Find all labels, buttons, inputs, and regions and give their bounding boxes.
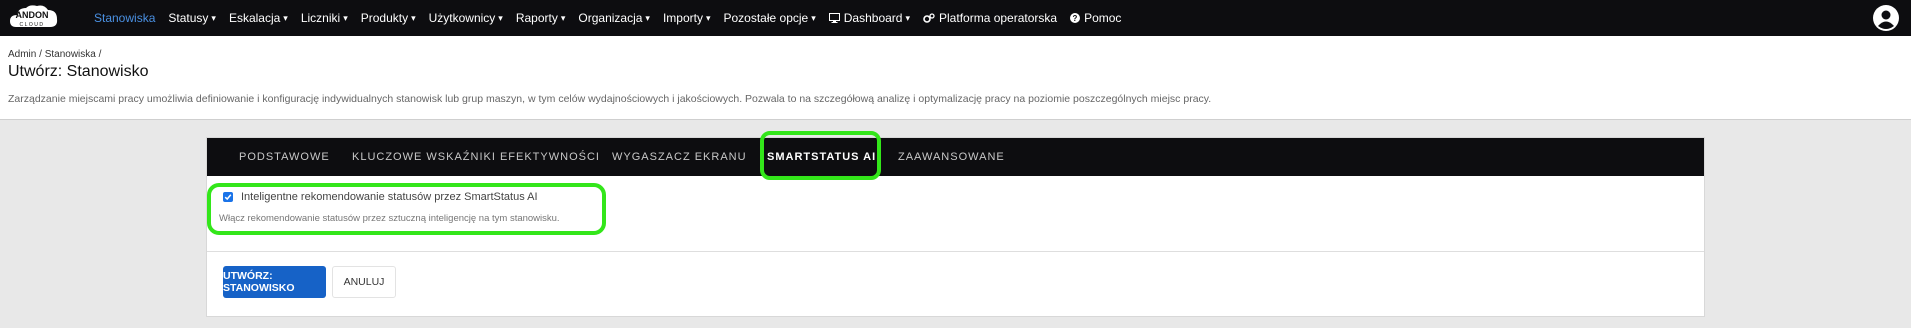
nav-label: Platforma operatorska — [939, 11, 1058, 25]
nav-label: Eskalacja — [228, 11, 281, 25]
page-header: Admin / Stanowiska / Utwórz: Stanowisko … — [0, 36, 1911, 120]
check-icon — [224, 194, 232, 201]
nav-label: Raporty — [515, 11, 558, 25]
breadcrumb-admin[interactable]: Admin — [8, 49, 36, 60]
nav-item-pozostale-opcje[interactable]: Pozostałe opcje ▾ — [724, 11, 816, 25]
smartstatus-checkbox-label[interactable]: Inteligentne rekomendowanie statusów prz… — [241, 191, 538, 203]
caret-down-icon: ▾ — [211, 12, 216, 23]
nav-label: Statusy — [168, 11, 209, 25]
breadcrumb-separator: / — [98, 49, 102, 60]
nav-item-importy[interactable]: Importy ▾ — [663, 11, 711, 25]
page-description: Zarządzanie miejscami pracy umożliwia de… — [8, 93, 1212, 105]
nav-item-produkty[interactable]: Produkty ▾ — [361, 11, 416, 25]
smartstatus-hint: Włącz rekomendowanie statusów przez sztu… — [219, 213, 560, 224]
cogs-icon — [923, 13, 935, 23]
tab-wygaszacz-ekranu[interactable]: WYGASZACZ EKRANU — [612, 138, 747, 176]
svg-text:?: ? — [1073, 14, 1078, 23]
question-circle-icon: ? — [1070, 13, 1081, 23]
monitor-icon — [828, 13, 840, 23]
page-title: Utwórz: Stanowisko — [8, 63, 149, 80]
nav-item-platforma-operatorska[interactable]: Platforma operatorska — [923, 11, 1057, 25]
caret-down-icon: ▾ — [645, 12, 650, 23]
nav-label: Organizacja — [578, 11, 643, 25]
nav-menu: Stanowiska Statusy ▾ Eskalacja ▾ Liczniki ▾… — [94, 0, 1134, 36]
nav-item-statusy[interactable]: Statusy ▾ — [168, 11, 216, 25]
svg-text:CLOUD: CLOUD — [19, 22, 44, 28]
breadcrumb: Admin / Stanowiska / — [8, 49, 101, 60]
nav-item-raporty[interactable]: Raporty ▾ — [516, 11, 566, 25]
card-divider — [207, 251, 1704, 252]
nav-item-stanowiska[interactable]: Stanowiska — [94, 11, 155, 25]
nav-item-eskalacja[interactable]: Eskalacja ▾ — [229, 11, 288, 25]
nav-label: Liczniki — [300, 11, 341, 25]
caret-down-icon: ▾ — [811, 12, 816, 23]
create-stanowisko-button[interactable]: UTWÓRZ: STANOWISKO — [223, 266, 326, 298]
nav-label: Użytkownicy — [428, 11, 496, 25]
top-navbar: ANDON CLOUD Stanowiska Statusy ▾ Eskalacj… — [0, 0, 1911, 36]
nav-item-uzytkownicy[interactable]: Użytkownicy ▾ — [429, 11, 503, 25]
caret-down-icon: ▾ — [705, 12, 711, 23]
nav-label: Pomoc — [1084, 11, 1122, 25]
nav-label: Produkty — [360, 11, 409, 25]
breadcrumb-stanowiska[interactable]: Stanowiska — [45, 49, 96, 60]
caret-down-icon: ▾ — [411, 12, 416, 23]
tab-smartstatus-ai[interactable]: SMARTSTATUS AI — [767, 138, 876, 176]
nav-item-liczniki[interactable]: Liczniki ▾ — [301, 11, 348, 25]
tab-podstawowe[interactable]: PODSTAWOWE — [239, 138, 330, 176]
svg-text:ANDON: ANDON — [16, 10, 49, 20]
caret-down-icon: ▾ — [905, 12, 911, 23]
nav-item-organizacja[interactable]: Organizacja ▾ — [578, 11, 650, 25]
smartstatus-checkbox[interactable] — [223, 192, 233, 202]
cancel-button[interactable]: ANULUJ — [332, 266, 396, 298]
nav-item-dashboard[interactable]: Dashboard ▾ — [828, 11, 911, 25]
user-circle-icon[interactable] — [1873, 5, 1899, 31]
nav-label: Pozostałe opcje — [723, 11, 809, 25]
tab-zaawansowane[interactable]: ZAAWANSOWANE — [898, 138, 1005, 176]
caret-down-icon: ▾ — [343, 12, 348, 23]
nav-label: Dashboard — [843, 11, 903, 25]
nav-label: Importy — [662, 11, 703, 25]
caret-down-icon: ▾ — [560, 12, 566, 23]
caret-down-icon: ▾ — [498, 12, 503, 23]
nav-label: Stanowiska — [94, 11, 156, 25]
tab-bar: PODSTAWOWE KLUCZOWE WSKAŹNIKI EFEKTYWNOŚ… — [207, 138, 1704, 176]
andon-cloud-logo[interactable]: ANDON CLOUD — [8, 3, 60, 34]
breadcrumb-separator: / — [39, 49, 42, 60]
nav-item-pomoc[interactable]: ? Pomoc — [1070, 11, 1121, 25]
tab-kluczowe-wskazniki[interactable]: KLUCZOWE WSKAŹNIKI EFEKTYWNOŚCI — [352, 138, 600, 176]
form-card: PODSTAWOWE KLUCZOWE WSKAŹNIKI EFEKTYWNOŚ… — [206, 131, 1705, 317]
smartstatus-checkbox-row: Inteligentne rekomendowanie statusów prz… — [223, 191, 538, 203]
caret-down-icon: ▾ — [283, 12, 288, 23]
